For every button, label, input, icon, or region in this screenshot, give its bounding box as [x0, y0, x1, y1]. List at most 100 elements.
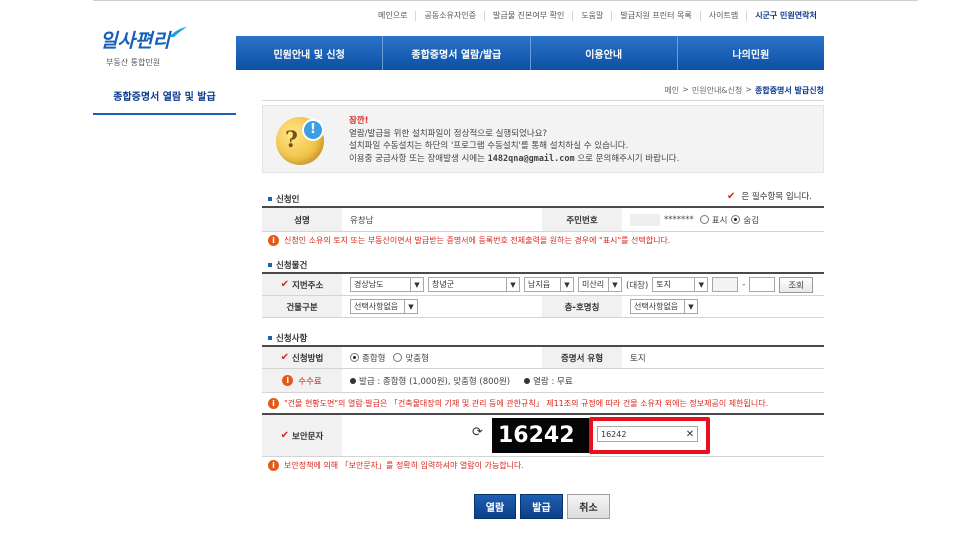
chevron-down-icon: ▼	[608, 278, 621, 291]
top-link-home[interactable]: 메인으로	[370, 11, 415, 21]
cert-type-label: 증명서 유형	[542, 347, 622, 368]
address-row: ✔ 지번주소 경상남도 ▼ 창녕군 ▼ 남지읍 ▼ 미산리 ▼ (대장) 토지 ▼ - 조…	[262, 274, 824, 296]
content-divider	[262, 100, 824, 101]
logo-swoosh-icon	[169, 27, 187, 37]
cancel-button[interactable]: 취소	[567, 494, 610, 519]
building-row: 건물구분 선택사항없음 ▼ 층-호명칭 선택사항없음 ▼	[262, 296, 824, 318]
question-info-icon: ? !	[276, 117, 324, 165]
building-cell: 선택사항없음 ▼	[342, 296, 542, 317]
bullet-dot	[524, 377, 531, 384]
breadcrumb-sep: >	[745, 85, 752, 94]
section-request: 신청사항	[268, 332, 307, 344]
custom-radio[interactable]	[393, 353, 403, 362]
rrn-cell: ******* 표시 숨김	[622, 208, 824, 231]
notice-line-2: 설치파일 수동설치는 하단의 '프로그램 수동설치'를 통해 설치하실 수 있습…	[349, 141, 629, 151]
chevron-down-icon: ▼	[410, 278, 423, 291]
address-label-cell: ✔ 지번주소	[262, 274, 342, 295]
floor-cell: 선택사항없음 ▼	[622, 296, 824, 317]
name-label: 성명	[262, 208, 342, 231]
nav-usage-guide[interactable]: 이용안내	[529, 36, 677, 70]
section-applicant: 신청인	[268, 193, 299, 205]
issue-button[interactable]: 발급	[520, 494, 563, 519]
method-cell: 종합형 맞춤형	[342, 347, 542, 368]
section-property: 신청물건	[268, 259, 307, 271]
required-note: ✔ 은 필수항목 입니다.	[726, 190, 812, 203]
applicant-row: 성명 유창남 주민번호 ******* 표시 숨김	[262, 208, 824, 232]
top-link-help[interactable]: 도움말	[572, 11, 611, 21]
notice-title: 잠깐!	[349, 116, 369, 126]
top-link-sitemap[interactable]: 사이트맵	[699, 11, 746, 21]
top-link-printers[interactable]: 발급지원 프린터 목록	[611, 11, 699, 21]
land-type-select[interactable]: 토지 ▼	[652, 277, 709, 292]
rrn-show-radio[interactable]	[699, 215, 709, 224]
top-links: 메인으로 공동소유자인증 발급물 진본여부 확인 도움말 발급지원 프린터 목록…	[370, 10, 825, 22]
breadcrumb-sep: >	[682, 85, 689, 94]
top-border	[93, 0, 918, 1]
info-warning-icon: i	[268, 235, 279, 246]
section-bullet	[268, 263, 272, 267]
breadcrumb: 메인 > 민원안내&신청 > 종합증명서 발급신청	[664, 85, 824, 96]
site-logo[interactable]: 일사편리 부동산 통합민원	[100, 26, 220, 76]
captcha-label-cell: ✔ 보안문자	[262, 415, 342, 456]
view-button[interactable]: 열람	[474, 494, 516, 519]
village-select[interactable]: 미산리 ▼	[578, 277, 622, 292]
lot-main-number-input[interactable]	[712, 277, 739, 292]
notice-line-1: 열람/발급을 위한 설치파일이 정상적으로 실행되었나요?	[349, 128, 548, 139]
combined-radio[interactable]	[350, 353, 359, 362]
install-notice: ? ! 잠깐! 열람/발급을 위한 설치파일이 정상적으로 실행되었나요? 설치…	[262, 105, 824, 173]
notice-text: 잠깐! 열람/발급을 위한 설치파일이 정상적으로 실행되었나요? 설치파일 수…	[349, 115, 679, 165]
info-warning-icon: i	[282, 375, 294, 386]
captcha-image: 16242	[492, 418, 589, 453]
notice-line-3: 이용중 궁금사항 또는 장애발생 시에는 1482qna@gmail.com 으…	[349, 153, 680, 164]
rrn-label: 주민번호	[542, 208, 622, 231]
floor-label: 층-호명칭	[542, 296, 622, 317]
building-select[interactable]: 선택사항없음 ▼	[350, 299, 418, 314]
captcha-input[interactable]: 16242 ✕	[597, 426, 698, 442]
side-menu-title[interactable]: 종합증명서 열람 및 발급	[93, 88, 236, 103]
chevron-down-icon: ▼	[694, 278, 707, 291]
applicant-warning: i 신청인 소유의 토지 또는 부동산이면서 발급받는 증명서에 등록번호 전체…	[268, 235, 670, 246]
top-link-contacts[interactable]: 시군구 민원연락처	[746, 11, 825, 21]
building-label: 건물구분	[262, 296, 342, 317]
rrn-hide-radio[interactable]	[731, 215, 741, 224]
fee-label-cell: i 수수료	[262, 369, 342, 392]
info-warning-icon: i	[268, 398, 279, 409]
required-check-icon: ✔	[280, 279, 290, 290]
required-check-icon: ✔	[726, 190, 736, 202]
cert-type-value: 토지	[630, 353, 646, 364]
breadcrumb-mid[interactable]: 민원안내&신청	[692, 85, 742, 96]
top-link-co-owner-auth[interactable]: 공동소유자인증	[415, 11, 484, 21]
main-nav: 민원안내 및 신청 종합증명서 열람/발급 이용안내 나의민원	[236, 36, 824, 70]
section-bullet	[268, 197, 272, 201]
fee-cell: 발급 : 종합형 (1,000원), 맞춤형 (800원) 열람 : 무료	[342, 369, 824, 392]
province-select[interactable]: 경상남도 ▼	[350, 277, 424, 292]
daejang-label: (대장)	[626, 280, 649, 291]
chevron-down-icon: ▼	[506, 278, 519, 291]
top-link-verify[interactable]: 발급물 진본여부 확인	[483, 11, 572, 21]
chevron-down-icon: ▼	[560, 278, 573, 291]
nav-civil-info[interactable]: 민원안내 및 신청	[236, 36, 382, 70]
support-email: 1482qna@gmail.com	[487, 153, 575, 164]
lookup-button[interactable]: 조회	[779, 276, 813, 293]
breadcrumb-home[interactable]: 메인	[664, 85, 679, 96]
breadcrumb-current: 종합증명서 발급신청	[754, 86, 824, 95]
nav-my-civil[interactable]: 나의민원	[676, 36, 824, 70]
required-check-icon: ✔	[280, 430, 290, 441]
chevron-down-icon: ▼	[404, 300, 417, 313]
lot-sub-number-input[interactable]	[749, 277, 776, 292]
chevron-down-icon: ▼	[684, 300, 697, 313]
nav-certificate[interactable]: 종합증명서 열람/발급	[382, 36, 529, 70]
section-bullet	[268, 336, 272, 340]
clear-icon[interactable]: ✕	[683, 429, 697, 440]
floor-select[interactable]: 선택사항없음 ▼	[630, 299, 698, 314]
refresh-icon[interactable]: ⟳	[472, 426, 486, 440]
request-table: ✔ 신청방법 종합형 맞춤형 증명서 유형 토지 i 수수료 발급 : 종합형 …	[262, 345, 824, 393]
applicant-table: 성명 유창남 주민번호 ******* 표시 숨김	[262, 206, 824, 232]
lot-dash: -	[742, 279, 746, 290]
method-row: ✔ 신청방법 종합형 맞춤형 증명서 유형 토지	[262, 347, 824, 369]
address-fields: 경상남도 ▼ 창녕군 ▼ 남지읍 ▼ 미산리 ▼ (대장) 토지 ▼ - 조회	[342, 274, 824, 295]
town-select[interactable]: 남지읍 ▼	[524, 277, 574, 292]
county-select[interactable]: 창녕군 ▼	[428, 277, 520, 292]
side-menu-underline	[93, 113, 236, 115]
method-label-cell: ✔ 신청방법	[262, 347, 342, 368]
